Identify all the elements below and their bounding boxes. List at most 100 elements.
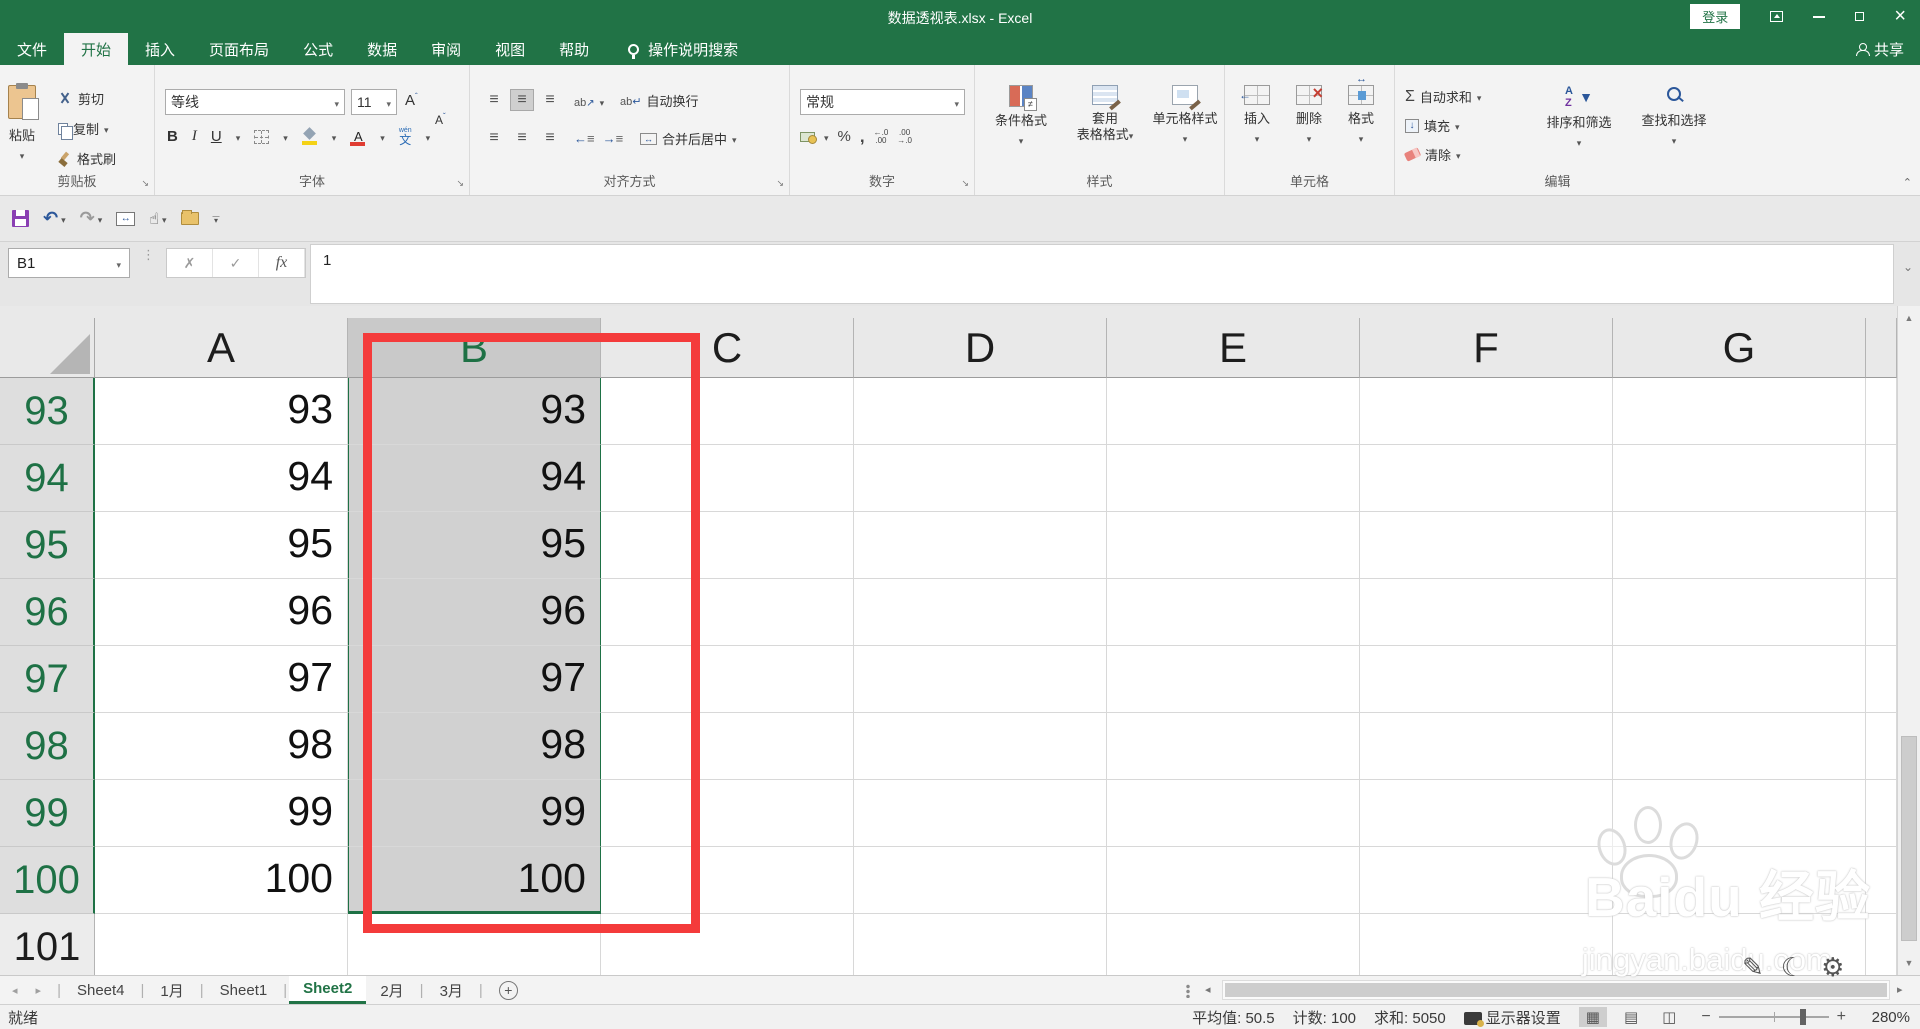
increase-decimal-button[interactable] (874, 129, 889, 145)
cell-end100[interactable] (1866, 847, 1897, 914)
cell-end94[interactable] (1866, 445, 1897, 512)
cancel-button[interactable] (167, 249, 213, 277)
sheet-tab-Sheet2[interactable]: Sheet2 (289, 976, 367, 1004)
cell-C98[interactable] (601, 713, 854, 780)
cell-F97[interactable] (1360, 646, 1613, 713)
cell-end101[interactable] (1866, 914, 1897, 975)
column-header-G[interactable]: G (1613, 318, 1866, 378)
undo-button[interactable] (43, 208, 66, 229)
cell-D99[interactable] (854, 780, 1107, 847)
horizontal-scrollbar[interactable] (1222, 980, 1890, 1000)
expand-formula-bar-button[interactable] (1903, 260, 1913, 274)
vertical-scrollbar[interactable] (1897, 306, 1920, 975)
cell-B100[interactable]: 100 (348, 847, 601, 914)
cell-B93[interactable]: 93 (348, 378, 601, 445)
cell-D96[interactable] (854, 579, 1107, 646)
cell-F94[interactable] (1360, 445, 1613, 512)
dialog-launcher-icon[interactable] (776, 178, 784, 189)
decrease-indent-button[interactable]: ←≡ (574, 131, 595, 146)
cell-A96[interactable]: 96 (95, 579, 348, 646)
row-header-99[interactable]: 99 (0, 780, 95, 847)
tell-me-search[interactable]: 操作说明搜索 (628, 33, 738, 65)
cell-F98[interactable] (1360, 713, 1613, 780)
cell-B94[interactable]: 94 (348, 445, 601, 512)
find-select-button[interactable]: 查找和选择 (1629, 85, 1719, 175)
cell-E96[interactable] (1107, 579, 1360, 646)
align-middle-button[interactable] (510, 89, 534, 111)
column-header-end[interactable] (1866, 318, 1897, 378)
touch-mouse-mode-button[interactable] (149, 209, 166, 229)
cell-E97[interactable] (1107, 646, 1360, 713)
cell-A93[interactable]: 93 (95, 378, 348, 445)
merge-center-shortcut-button[interactable] (116, 211, 136, 226)
cell-E94[interactable] (1107, 445, 1360, 512)
row-header-97[interactable]: 97 (0, 646, 95, 713)
select-all-button[interactable] (0, 318, 95, 378)
save-button[interactable] (12, 210, 29, 227)
phonetic-guide-button[interactable]: 文 (399, 127, 412, 146)
ribbon-tab-8[interactable]: 帮助 (542, 33, 606, 65)
cell-C97[interactable] (601, 646, 854, 713)
underline-button[interactable]: U (211, 128, 222, 145)
chevron-down-icon[interactable] (426, 128, 431, 146)
cell-B101[interactable] (348, 914, 601, 975)
cell-D100[interactable] (854, 847, 1107, 914)
cell-A101[interactable] (95, 914, 348, 975)
minimize-button[interactable] (1813, 0, 1826, 33)
ribbon-tab-2[interactable]: 插入 (128, 33, 192, 65)
cell-B99[interactable]: 99 (348, 780, 601, 847)
cell-A99[interactable]: 99 (95, 780, 348, 847)
cell-F101[interactable] (1360, 914, 1613, 975)
vertical-scrollbar-thumb[interactable] (1901, 736, 1917, 941)
cell-styles-button[interactable]: 单元格样式 (1147, 85, 1223, 175)
sheet-tab-2月[interactable]: 2月 (366, 976, 417, 1004)
login-button[interactable]: 登录 (1690, 4, 1741, 29)
chevron-down-icon[interactable] (332, 128, 337, 146)
cell-end98[interactable] (1866, 713, 1897, 780)
align-bottom-button[interactable] (538, 89, 562, 111)
sheet-tab-3月[interactable]: 3月 (426, 976, 477, 1004)
copy-button[interactable]: 复制 (58, 119, 109, 140)
cell-E93[interactable] (1107, 378, 1360, 445)
cell-E101[interactable] (1107, 914, 1360, 975)
font-family-select[interactable]: 等线 (165, 89, 345, 115)
cell-F93[interactable] (1360, 378, 1613, 445)
sheet-tab-Sheet1[interactable]: Sheet1 (206, 976, 282, 1004)
delete-cells-button[interactable]: 删除 (1285, 83, 1333, 175)
decrease-decimal-button[interactable] (897, 129, 912, 145)
chevron-down-icon[interactable] (283, 128, 288, 146)
name-box[interactable]: B1 (8, 248, 130, 278)
cell-end97[interactable] (1866, 646, 1897, 713)
cell-D101[interactable] (854, 914, 1107, 975)
cell-A100[interactable]: 100 (95, 847, 348, 914)
dialog-launcher-icon[interactable] (456, 178, 464, 189)
sort-filter-button[interactable]: 排序和筛选 (1533, 85, 1625, 175)
fill-button[interactable]: 填充 (1405, 116, 1460, 135)
cell-A94[interactable]: 94 (95, 445, 348, 512)
cell-D97[interactable] (854, 646, 1107, 713)
format-painter-button[interactable]: 格式刷 (58, 149, 116, 168)
conditional-formatting-button[interactable]: 条件格式 (981, 85, 1061, 175)
cell-C93[interactable] (601, 378, 854, 445)
ribbon-tab-4[interactable]: 公式 (286, 33, 350, 65)
new-sheet-button[interactable]: + (498, 976, 518, 1004)
cell-end93[interactable] (1866, 378, 1897, 445)
clear-button[interactable]: 清除 (1403, 145, 1461, 164)
cell-F96[interactable] (1360, 579, 1613, 646)
cell-C95[interactable] (601, 512, 854, 579)
column-header-D[interactable]: D (854, 318, 1107, 378)
insert-cells-button[interactable]: 插入 (1233, 85, 1281, 175)
cell-C94[interactable] (601, 445, 854, 512)
ribbon-display-options-button[interactable] (1770, 0, 1784, 33)
cell-end96[interactable] (1866, 579, 1897, 646)
cell-E95[interactable] (1107, 512, 1360, 579)
cell-B97[interactable]: 97 (348, 646, 601, 713)
dialog-launcher-icon[interactable] (961, 178, 969, 189)
cell-F99[interactable] (1360, 780, 1613, 847)
cell-end95[interactable] (1866, 512, 1897, 579)
cell-G96[interactable] (1613, 579, 1866, 646)
row-header-96[interactable]: 96 (0, 579, 95, 646)
ribbon-tab-7[interactable]: 视图 (478, 33, 542, 65)
row-header-98[interactable]: 98 (0, 713, 95, 780)
format-cells-button[interactable]: 格式 (1337, 73, 1385, 175)
